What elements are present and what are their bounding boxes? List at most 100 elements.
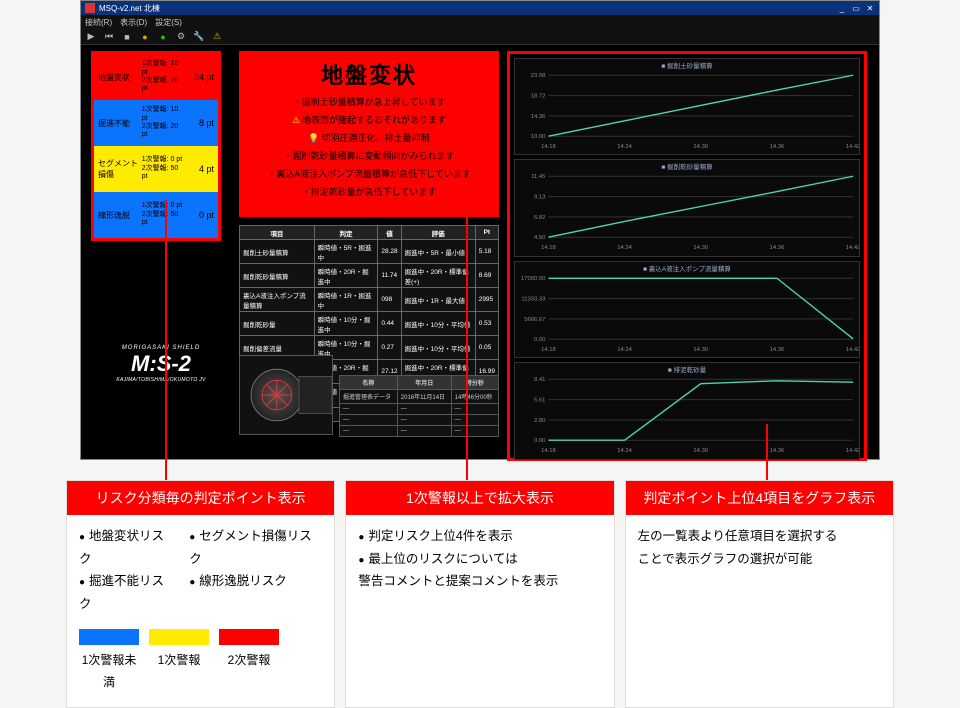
title-bar[interactable]: MSQ-v2.net 北棟 _ ▭ ✕ <box>81 1 879 15</box>
minimize-icon[interactable]: _ <box>837 3 847 13</box>
svg-text:23.08: 23.08 <box>531 73 546 79</box>
maximize-icon[interactable]: ▭ <box>851 3 861 13</box>
callout-card-alarm: 1次警報以上で拡大表示 判定リスク上位4件を表示最上位のリスクについては 警告コ… <box>345 480 614 708</box>
table-row[interactable]: 掘削乾砂量積算瞬時値・20R・掘進中11.74掘進中・20R・標準偏差(+)8.… <box>240 264 499 288</box>
svg-text:0.00: 0.00 <box>534 337 546 343</box>
chart-1[interactable]: ■ 掘削乾砂量積算11.459.136.824.5014.1814.2414.3… <box>514 159 860 256</box>
window-title: MSQ-v2.net 北棟 <box>99 3 833 14</box>
warning-icon[interactable]: ⚠ <box>211 31 223 42</box>
risk-row-segment[interactable]: セグメント損傷 1次警報: 0 pt2次警報: 50 pt 4 pt <box>94 146 218 192</box>
table-row[interactable]: 裏込A液注入ポンプ流量積算瞬時値・1R・掘進中098掘進中・1R・最大値2995 <box>240 288 499 312</box>
svg-text:14.24: 14.24 <box>617 144 632 150</box>
alarm-heading: 地盤変状 <box>248 58 490 90</box>
svg-text:11333.33: 11333.33 <box>521 296 546 302</box>
play-icon[interactable]: ▶ <box>85 31 97 42</box>
connector-line <box>165 200 167 485</box>
legend-swatch: 1次警報 <box>149 629 209 672</box>
app-window: MSQ-v2.net 北棟 _ ▭ ✕ 接続(R) 表示(D) 設定(S) ▶ … <box>80 0 880 460</box>
alarm-warning: 地表面が隆起するおそれがあります <box>248 113 490 126</box>
alarm-panel: 地盤変状 ・掘削土砂量積算が急上昇しています 地表面が隆起するおそれがあります … <box>239 51 499 217</box>
svg-text:6.82: 6.82 <box>534 215 545 221</box>
table-row: ——— <box>340 415 499 426</box>
risk-thresholds: 1次警報: 0 pt2次警報: 50 pt <box>142 202 186 227</box>
risk-row-alignment[interactable]: 線形逸脱 1次警報: 0 pt2次警報: 50 pt 0 pt <box>94 192 218 238</box>
charts-panel: ■ 掘削土砂量積算23.0818.7214.3610.0014.1814.241… <box>507 51 867 461</box>
menu-item[interactable]: 接続(R) <box>85 17 112 28</box>
risk-thresholds: 1次警報: 10 pt2次警報: 20 pt <box>142 106 186 140</box>
svg-text:14.42: 14.42 <box>846 144 859 150</box>
risk-column: 地盤変状 1次警報: 10 pt2次警報: 20 pt 24 pt 掘進不能 1… <box>91 51 221 241</box>
menu-item[interactable]: 設定(S) <box>155 17 182 28</box>
risk-bullet: 掘進不能リスク <box>79 570 175 615</box>
close-icon[interactable]: ✕ <box>865 3 875 13</box>
svg-text:14.18: 14.18 <box>541 347 556 353</box>
svg-text:4.50: 4.50 <box>534 236 546 242</box>
app-icon <box>85 3 95 13</box>
svg-text:14.18: 14.18 <box>541 448 556 454</box>
risk-name: 線形逸脱 <box>94 210 142 221</box>
svg-text:14.42: 14.42 <box>846 448 859 454</box>
status-dot-icon[interactable]: ● <box>157 32 169 42</box>
table-header: 評価 <box>401 226 475 240</box>
svg-text:5.61: 5.61 <box>534 398 545 404</box>
svg-text:14.30: 14.30 <box>693 448 708 454</box>
risk-thresholds: 1次警報: 10 pt2次警報: 20 pt <box>142 60 186 94</box>
table-row[interactable]: 掘削乾砂量瞬時値・10分・掘進中0.44掘進中・10分・平均値0.53 <box>240 312 499 336</box>
legend-swatch: 1次警報未満 <box>79 629 139 693</box>
alarm-line: ・掘削土砂量積算が急上昇しています <box>248 95 490 108</box>
risk-thresholds: 1次警報: 0 pt2次警報: 50 pt <box>142 156 186 181</box>
svg-text:11.45: 11.45 <box>531 175 546 181</box>
legend-swatch: 2次警報 <box>219 629 279 672</box>
callout-card-graphs: 判定ポイント上位4項目をグラフ表示 左の一覧表より任意項目を選択する ことで表示… <box>625 480 894 708</box>
chart-3[interactable]: ■ 排泥乾砂量8.415.612.800.0014.1814.2414.3014… <box>514 362 860 459</box>
svg-text:8.41: 8.41 <box>534 377 545 383</box>
menu-item[interactable]: 表示(D) <box>120 17 147 28</box>
svg-text:2.80: 2.80 <box>534 418 546 424</box>
table-header: 項目 <box>240 226 315 240</box>
svg-text:18.72: 18.72 <box>531 94 546 100</box>
svg-text:14.42: 14.42 <box>846 347 859 353</box>
chart-2[interactable]: ■ 裏込A液注入ポンプ流量積算17000.0011333.335666.670.… <box>514 261 860 358</box>
risk-name: 地盤変状 <box>94 72 142 83</box>
bullet-item: 判定リスク上位4件を表示 <box>358 525 601 548</box>
swatch-box <box>149 629 209 645</box>
svg-text:0.00: 0.00 <box>534 438 546 444</box>
swatch-label: 1次警報未満 <box>79 650 139 693</box>
svg-text:14.24: 14.24 <box>617 448 632 454</box>
alarm-line: ・掘削乾砂量積算に変動傾向がみられます <box>248 149 490 162</box>
svg-text:14.36: 14.36 <box>531 114 546 120</box>
gear-icon[interactable]: ⚙ <box>175 31 187 42</box>
chart-title: ■ 裏込A液注入ポンプ流量積算 <box>643 263 731 273</box>
card-text: 左の一覧表より任意項目を選択する ことで表示グラフの選択が可能 <box>626 515 893 584</box>
risk-bullet: 地盤変状リスク <box>79 525 175 570</box>
table-row: ——— <box>340 404 499 415</box>
stop-icon[interactable]: ■ <box>121 32 133 42</box>
svg-text:14.36: 14.36 <box>770 448 785 454</box>
risk-bullet: 線形逸脱リスク <box>189 570 322 593</box>
svg-text:14.42: 14.42 <box>846 245 859 251</box>
wrench-icon[interactable]: 🔧 <box>193 31 205 42</box>
card-title: リスク分類毎の判定ポイント表示 <box>67 481 334 515</box>
chart-0[interactable]: ■ 掘削土砂量積算23.0818.7214.3610.0014.1814.241… <box>514 58 860 155</box>
callout-card-risks: リスク分類毎の判定ポイント表示 地盤変状リスク 掘進不能リスク セグメント損傷リ… <box>66 480 335 708</box>
connector-line <box>466 180 468 485</box>
svg-text:17000.00: 17000.00 <box>521 276 546 282</box>
record-icon[interactable]: ● <box>139 32 151 42</box>
svg-text:10.00: 10.00 <box>531 134 546 140</box>
table-row[interactable]: 掘削土砂量積算瞬時値・5R・掘進中28.28掘進中・5R・最小値5.18 <box>240 240 499 264</box>
table-header: Pt <box>475 226 498 240</box>
table-header: 名称 <box>340 376 398 390</box>
risk-points: 24 pt <box>185 72 218 82</box>
table-header: 時分秒 <box>451 376 498 390</box>
rewind-icon[interactable]: ⏮ <box>103 31 115 42</box>
risk-row-ground[interactable]: 地盤変状 1次警報: 10 pt2次警報: 20 pt 24 pt <box>94 54 218 100</box>
card-title: 1次警報以上で拡大表示 <box>346 481 613 515</box>
table-row: 掘進管理表データ2016年11月14日14時46分00秒 <box>340 390 499 404</box>
swatch-label: 1次警報 <box>149 650 209 672</box>
svg-text:14.36: 14.36 <box>770 245 785 251</box>
svg-text:14.30: 14.30 <box>693 245 708 251</box>
svg-text:14.18: 14.18 <box>541 144 556 150</box>
menu-bar: 接続(R) 表示(D) 設定(S) <box>81 15 879 29</box>
risk-row-drive[interactable]: 掘進不能 1次警報: 10 pt2次警報: 20 pt 8 pt <box>94 100 218 146</box>
main-canvas: 地盤変状 1次警報: 10 pt2次警報: 20 pt 24 pt 掘進不能 1… <box>81 45 879 459</box>
